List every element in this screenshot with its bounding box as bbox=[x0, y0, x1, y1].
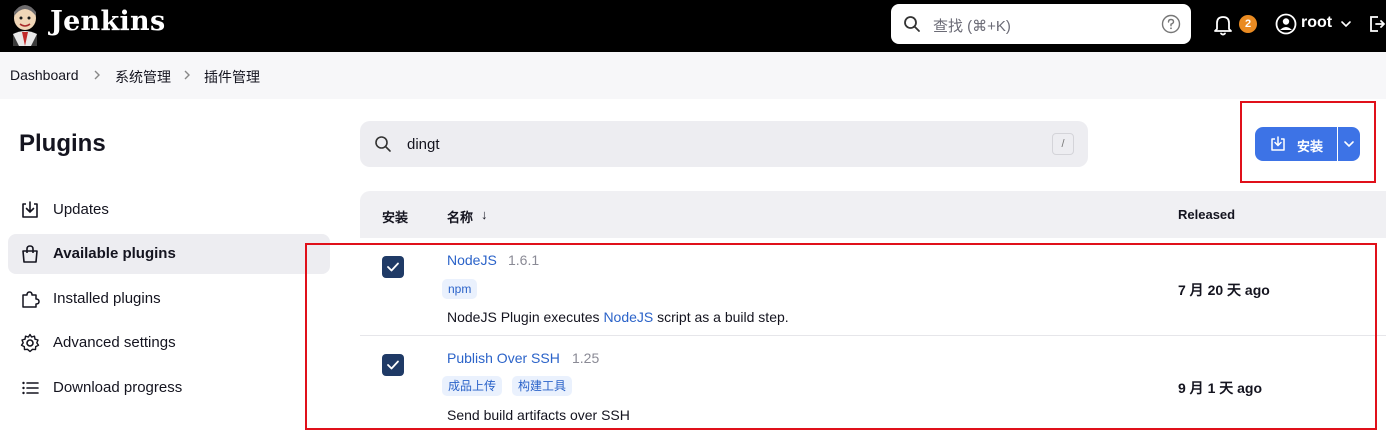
breadcrumb-plugin-manage[interactable]: 插件管理 bbox=[204, 67, 260, 87]
user-icon[interactable] bbox=[1275, 13, 1297, 35]
notification-badge[interactable]: 2 bbox=[1239, 15, 1257, 33]
column-header-name[interactable]: 名称 bbox=[447, 207, 473, 226]
install-checkbox[interactable] bbox=[382, 256, 404, 278]
user-name[interactable]: root bbox=[1301, 14, 1332, 32]
install-checkbox[interactable] bbox=[382, 354, 404, 376]
plugin-version: 1.6.1 bbox=[508, 252, 540, 268]
plugin-version: 1.25 bbox=[572, 350, 600, 366]
breadcrumb-dashboard[interactable]: Dashboard bbox=[10, 67, 79, 83]
column-header-released[interactable]: Released bbox=[1178, 207, 1235, 222]
plugin-tag[interactable]: npm bbox=[442, 279, 478, 299]
released-date: 9 月 1 天 ago bbox=[1178, 380, 1263, 396]
top-header: Jenkins 查找 (⌘+K) 2 root bbox=[0, 0, 1386, 52]
plugin-description: Send build artifacts over SSH bbox=[447, 407, 630, 423]
plugin-name-link[interactable]: NodeJS bbox=[447, 252, 497, 268]
breadcrumb: Dashboard 系统管理 插件管理 bbox=[0, 52, 1386, 99]
install-options-dropdown[interactable] bbox=[1338, 127, 1360, 161]
chevron-right-icon bbox=[184, 70, 190, 80]
sidebar-item-label: Installed plugins bbox=[53, 290, 161, 307]
sidebar-item-updates[interactable]: Updates bbox=[8, 190, 330, 230]
chevron-right-icon bbox=[94, 70, 100, 80]
global-search-input[interactable]: 查找 (⌘+K) bbox=[891, 4, 1191, 44]
table-row: NodeJS 1.6.1 npm NodeJS Plugin executes … bbox=[360, 238, 1386, 336]
plugin-tag[interactable]: 构建工具 bbox=[512, 376, 573, 396]
check-icon bbox=[387, 262, 399, 272]
column-header-install: 安装 bbox=[382, 210, 409, 225]
sidebar-item-label: Updates bbox=[53, 201, 109, 218]
description-link[interactable]: NodeJS bbox=[603, 309, 653, 325]
logout-icon[interactable] bbox=[1368, 14, 1386, 34]
install-button[interactable]: 安装 bbox=[1255, 127, 1337, 161]
plugin-name-link[interactable]: Publish Over SSH bbox=[447, 350, 560, 366]
search-icon bbox=[904, 16, 920, 32]
shopping-bag-icon bbox=[22, 245, 38, 263]
check-icon bbox=[387, 360, 399, 370]
plugin-description: NodeJS Plugin executes NodeJS script as … bbox=[447, 309, 789, 325]
list-icon bbox=[22, 381, 39, 395]
page-title: Plugins bbox=[19, 130, 106, 157]
sort-arrow-icon[interactable]: ↓ bbox=[481, 207, 488, 222]
sidebar-item-available-plugins[interactable]: Available plugins bbox=[8, 234, 330, 274]
description-text: script as a build step. bbox=[653, 309, 789, 325]
download-icon bbox=[1271, 136, 1285, 151]
brand-name[interactable]: Jenkins bbox=[50, 6, 165, 37]
plugin-filter-input[interactable]: dingt / bbox=[360, 121, 1088, 167]
released-date: 7 月 20 天 ago bbox=[1178, 282, 1270, 298]
search-placeholder: 查找 (⌘+K) bbox=[933, 18, 1011, 35]
download-icon bbox=[22, 201, 38, 218]
chevron-down-icon bbox=[1344, 141, 1354, 148]
help-icon[interactable] bbox=[1161, 14, 1181, 34]
plugin-tag[interactable]: 成品上传 bbox=[442, 376, 503, 396]
filter-shortcut-hint: / bbox=[1052, 133, 1074, 155]
search-icon bbox=[375, 136, 391, 152]
plugins-table-header: 安装 名称 ↓ Released bbox=[360, 191, 1386, 238]
jenkins-logo[interactable] bbox=[10, 4, 40, 46]
puzzle-icon bbox=[22, 291, 40, 308]
chevron-down-icon[interactable] bbox=[1340, 18, 1352, 30]
description-text: NodeJS Plugin executes bbox=[447, 309, 604, 325]
sidebar-item-label: Available plugins bbox=[53, 245, 176, 262]
sidebar-item-installed-plugins[interactable]: Installed plugins bbox=[8, 279, 330, 319]
gear-icon bbox=[20, 333, 40, 353]
breadcrumb-system-manage[interactable]: 系统管理 bbox=[115, 67, 171, 87]
sidebar-item-advanced-settings[interactable]: Advanced settings bbox=[8, 323, 330, 363]
filter-value: dingt bbox=[407, 136, 440, 153]
sidebar-item-label: Download progress bbox=[53, 379, 183, 396]
install-button-label: 安装 bbox=[1297, 139, 1324, 154]
table-row: Publish Over SSH 1.25 成品上传 构建工具 Send bui… bbox=[360, 336, 1386, 434]
sidebar-item-download-progress[interactable]: Download progress bbox=[8, 368, 330, 408]
sidebar-item-label: Advanced settings bbox=[53, 334, 176, 351]
bell-icon[interactable] bbox=[1212, 13, 1234, 37]
